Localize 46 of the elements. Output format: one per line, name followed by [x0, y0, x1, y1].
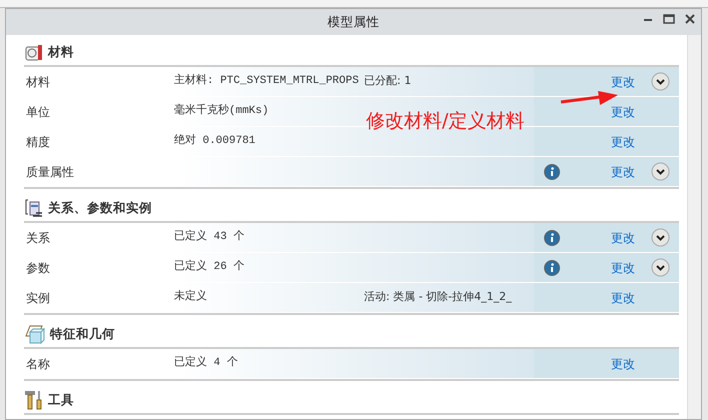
expand-icon[interactable]	[651, 162, 670, 181]
change-link[interactable]: 更改	[611, 132, 635, 150]
section-title: 特征和几何	[50, 324, 115, 343]
property-label: 关系	[26, 230, 50, 244]
expand-icon[interactable]	[651, 258, 670, 277]
change-link[interactable]: 更改	[611, 162, 635, 180]
section-title: 工具	[48, 390, 74, 409]
property-value: 已定义 4 个	[174, 357, 238, 370]
property-label: 单位	[26, 104, 50, 118]
document-icon	[24, 198, 44, 218]
property-detail: 活动: 类属 - 切除-拉伸4_1_2_	[364, 290, 512, 304]
property-value: 已定义 26 个	[174, 261, 244, 274]
section-title: 材料	[48, 42, 74, 61]
expand-icon[interactable]	[651, 228, 670, 247]
tag-icon	[24, 42, 44, 62]
change-link[interactable]: 更改	[611, 72, 635, 90]
property-value: 绝对 0.009781	[174, 135, 256, 148]
property-value: 毫米千克秒(mmKs)	[174, 105, 269, 118]
change-link[interactable]: 更改	[611, 102, 635, 120]
change-link[interactable]: 更改	[611, 228, 635, 246]
property-label: 精度	[26, 134, 50, 148]
annotation-arrow	[560, 91, 618, 105]
section-title: 关系、参数和实例	[48, 198, 152, 217]
cube-icon	[24, 324, 46, 344]
property-label: 质量属性	[26, 164, 74, 178]
change-link[interactable]: 更改	[611, 354, 635, 372]
property-label: 实例	[26, 290, 50, 304]
property-detail: 已分配: 1	[364, 74, 412, 88]
property-value: 已定义 43 个	[174, 231, 244, 244]
property-label: 名称	[26, 356, 50, 370]
expand-icon[interactable]	[651, 72, 670, 91]
scrollbar[interactable]	[687, 35, 701, 419]
window-title: 模型属性	[328, 12, 380, 31]
maximize-icon[interactable]	[663, 14, 675, 24]
info-icon[interactable]	[544, 230, 560, 246]
property-label: 材料	[26, 74, 50, 88]
property-label: 参数	[26, 260, 50, 274]
change-link[interactable]: 更改	[611, 288, 635, 306]
tools-icon	[24, 390, 44, 410]
annotation-text: 修改材料/定义材料	[366, 109, 524, 134]
close-icon[interactable]	[685, 14, 695, 24]
property-value: 未定义	[174, 291, 207, 304]
property-value: 主材料: PTC_SYSTEM_MTRL_PROPS	[174, 75, 359, 88]
info-icon[interactable]	[544, 164, 560, 180]
change-link[interactable]: 更改	[611, 258, 635, 276]
info-icon[interactable]	[544, 260, 560, 276]
